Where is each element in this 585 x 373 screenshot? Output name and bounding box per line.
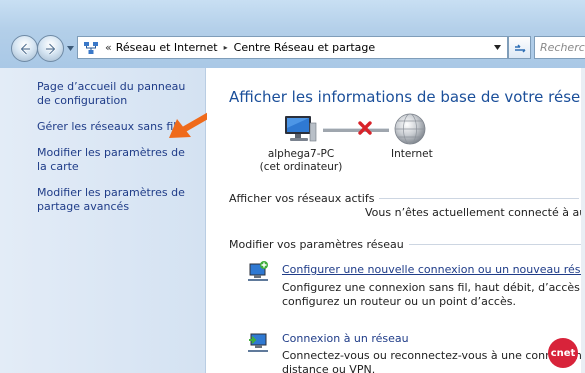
section-divider — [408, 244, 585, 245]
address-history-dropdown[interactable] — [487, 37, 507, 58]
scrollbar-edge[interactable] — [581, 68, 585, 373]
internet-globe-icon[interactable] — [393, 112, 427, 146]
address-bar[interactable]: « Réseau et Internet ▸ Centre Réseau et … — [77, 36, 508, 59]
computer-note: (cet ordinateur) — [259, 161, 343, 173]
chevron-down-icon — [493, 45, 501, 50]
active-networks-heading: Afficher vos réseaux actifs — [229, 192, 580, 205]
refresh-icon — [514, 43, 526, 53]
chevron-down-icon — [67, 46, 74, 51]
connect-to-network-description: Connectez-vous ou reconnectez-vous à une… — [282, 349, 585, 373]
breadcrumb-separator-icon[interactable]: ▸ — [224, 43, 228, 52]
forward-button[interactable] — [37, 35, 64, 62]
forward-arrow-icon — [45, 42, 56, 55]
window-toolbar: « Réseau et Internet ▸ Centre Réseau et … — [0, 0, 585, 68]
computer-name: alphega7-PC — [267, 148, 335, 160]
section-divider — [379, 198, 580, 199]
back-button[interactable] — [11, 35, 38, 62]
network-folder-icon — [81, 39, 101, 57]
cnet-watermark-logo: cnet — [548, 338, 578, 368]
active-networks-heading-text: Afficher vos réseaux actifs — [229, 192, 375, 205]
disconnected-x-icon[interactable] — [357, 120, 373, 136]
setup-new-connection-description: Configurez une connexion sans fil, haut … — [282, 281, 585, 309]
breadcrumb-network-internet[interactable]: Réseau et Internet — [116, 41, 218, 54]
refresh-button[interactable] — [508, 36, 531, 59]
change-sharing-settings-link[interactable]: Modifier les paramètres de partage avanc… — [37, 186, 195, 214]
search-input[interactable]: Recherc — [534, 36, 585, 59]
recent-pages-dropdown[interactable] — [66, 44, 75, 53]
connect-to-network-icon[interactable] — [247, 331, 269, 353]
modify-settings-heading: Modifier vos paramètres réseau — [229, 238, 585, 251]
back-arrow-icon — [19, 42, 30, 55]
new-connection-icon[interactable] — [247, 260, 269, 282]
internet-label: Internet — [391, 148, 433, 160]
main-content: Afficher les informations de base de vot… — [207, 68, 585, 373]
description-line: distance ou VPN. — [282, 363, 376, 373]
connect-to-network-link[interactable]: Connexion à un réseau — [282, 332, 409, 345]
computer-label: alphega7-PC (cet ordinateur) — [257, 148, 345, 174]
breadcrumb-overflow[interactable]: « — [105, 41, 112, 54]
no-connection-message: Vous n’êtes actuellement connecté à aucu — [365, 206, 585, 219]
modify-settings-heading-text: Modifier vos paramètres réseau — [229, 238, 404, 251]
description-line: Configurez une connexion sans fil, haut … — [282, 281, 585, 294]
description-line: configurez un routeur ou un point d’accè… — [282, 295, 516, 308]
change-adapter-settings-link[interactable]: Modifier les paramètres de la carte — [37, 146, 195, 174]
breadcrumb-network-center[interactable]: Centre Réseau et partage — [234, 41, 376, 54]
setup-new-connection-link[interactable]: Configurer une nouvelle connexion ou un … — [282, 263, 585, 276]
connection-line — [323, 128, 389, 132]
page-title: Afficher les informations de base de vot… — [229, 88, 585, 106]
computer-icon[interactable] — [283, 114, 317, 144]
description-line: Connectez-vous ou reconnectez-vous à une… — [282, 349, 585, 362]
